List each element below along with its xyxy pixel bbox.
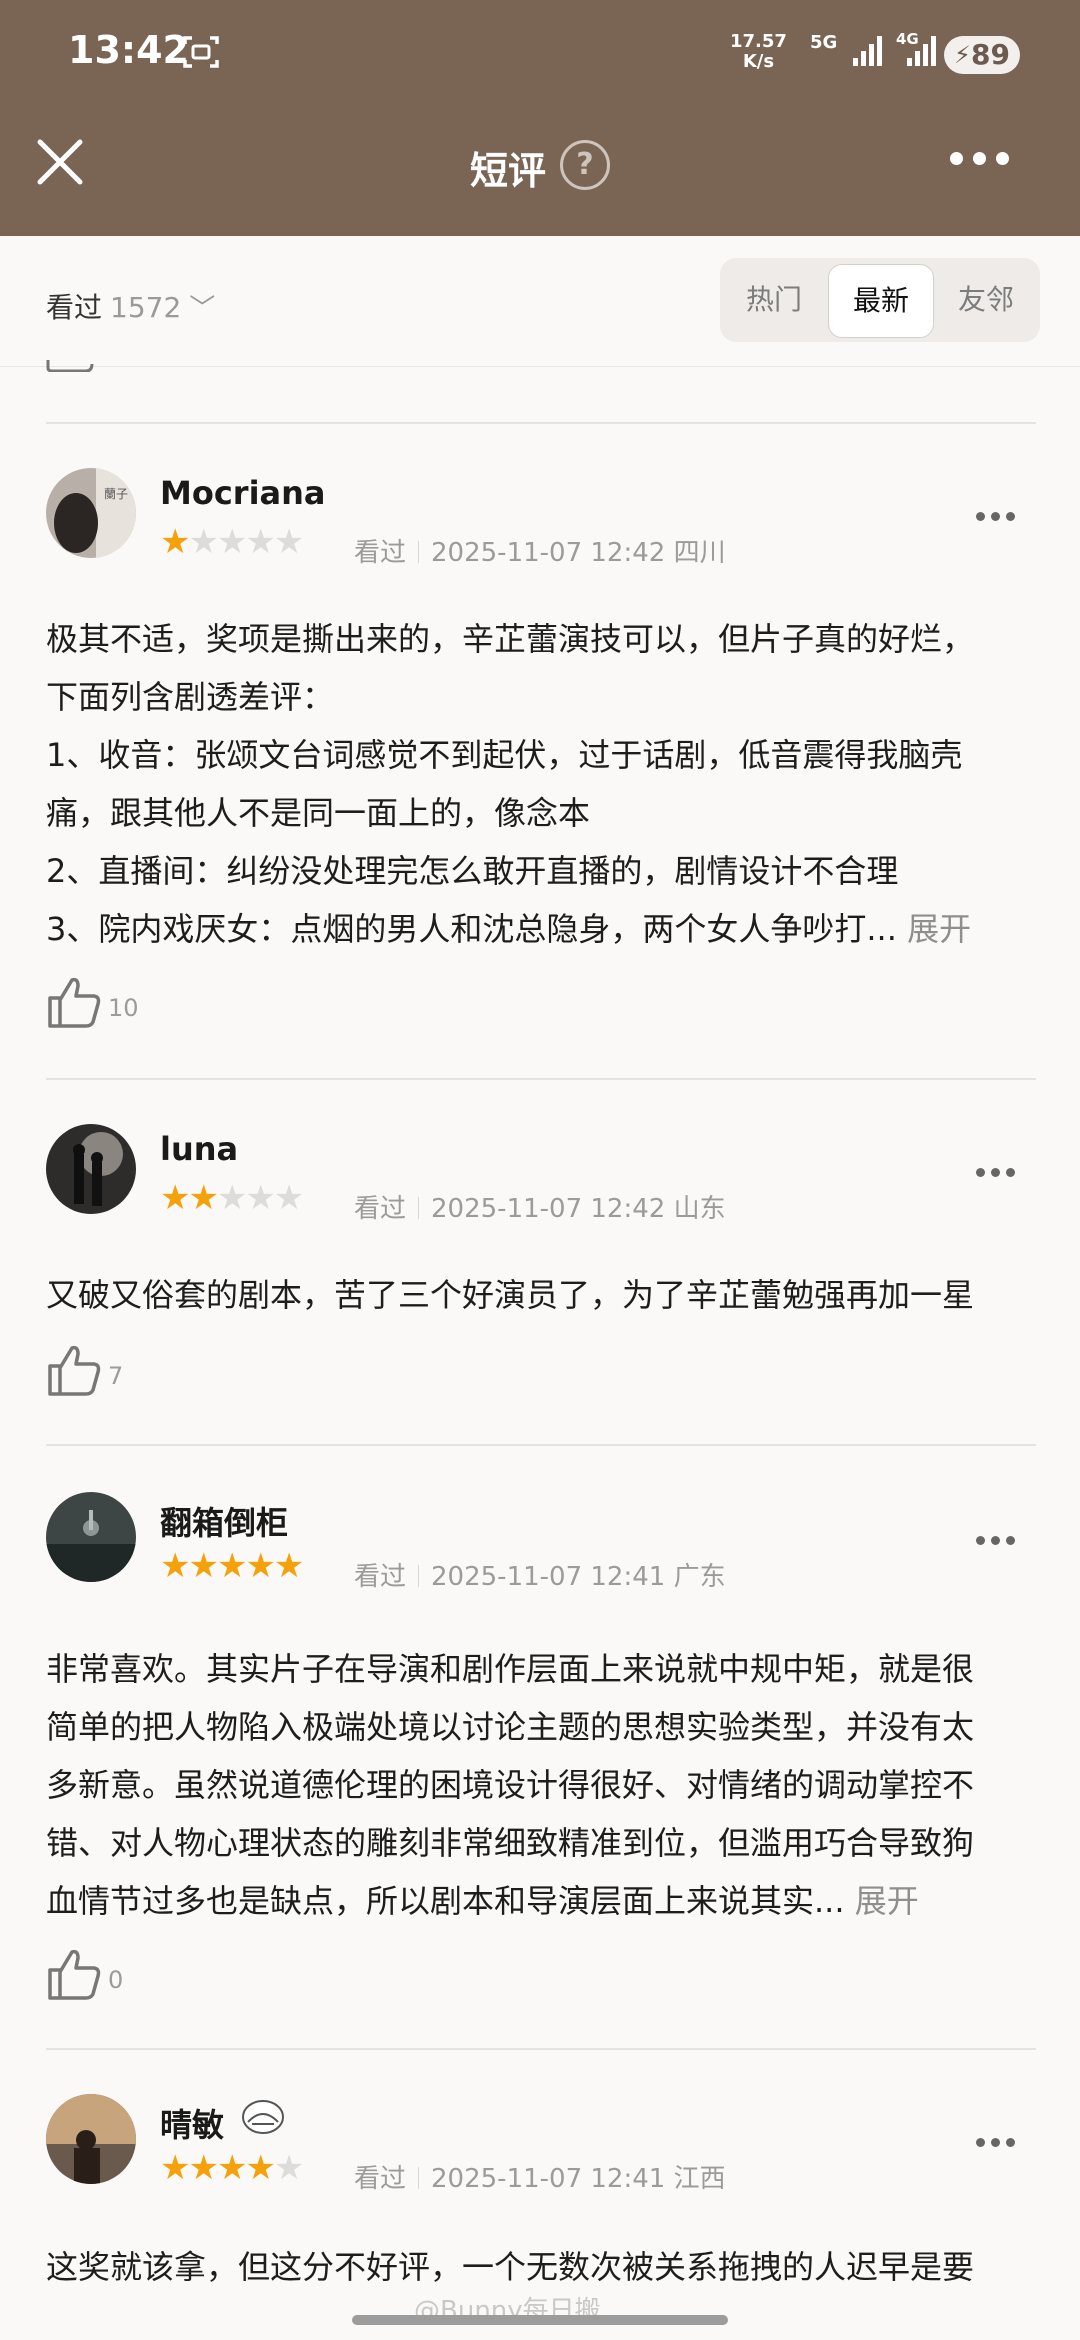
sort-segmented-control: 热门 最新 友邻 bbox=[720, 258, 1040, 342]
star-rating: ★★★★★ bbox=[160, 2148, 304, 2188]
nav-bar: 短评 ? bbox=[0, 110, 1080, 236]
status-time: 13:42 bbox=[68, 28, 189, 72]
signal-icon-2 bbox=[907, 36, 936, 66]
review-text: 极其不适，奖项是撕出来的，辛芷蕾演技可以，但片子真的好烂， 下面列含剧透差评： … bbox=[46, 610, 1040, 958]
battery-level: 89 bbox=[971, 38, 1010, 71]
review-line: 血情节过多也是缺点，所以剧本和导演层面上来说其实... bbox=[46, 1882, 845, 1920]
review-line: 2、直播间：纠纷没处理完怎么敢开直播的，剧情设计不合理 bbox=[46, 852, 899, 890]
like-count: 0 bbox=[108, 1966, 124, 1994]
review-more-icon[interactable] bbox=[976, 1162, 1022, 1177]
avatar-image: 蘭子 bbox=[46, 468, 136, 558]
review-meta: 看过 2025-11-07 12:41 广东 bbox=[354, 1556, 726, 1593]
username[interactable]: 晴敏 bbox=[160, 2100, 224, 2146]
review-meta: 看过 2025-11-07 12:41 江西 bbox=[354, 2158, 726, 2195]
network-speed: 17.57 K/s bbox=[730, 32, 787, 72]
review-text: 又破又俗套的剧本，苦了三个好演员了，为了辛芷蕾勉强再加一星 bbox=[46, 1266, 1040, 1324]
review-region: 广东 bbox=[673, 1562, 726, 1592]
help-icon[interactable]: ? bbox=[560, 140, 610, 190]
seen-filter-label: 看过 bbox=[46, 291, 103, 324]
network-speed-unit: K/s bbox=[742, 51, 775, 72]
review-line: 又破又俗套的剧本，苦了三个好演员了，为了辛芷蕾勉强再加一星 bbox=[46, 1276, 975, 1314]
avatar[interactable]: 蘭子 bbox=[46, 468, 136, 558]
star-rating: ★★★★★ bbox=[160, 1546, 304, 1586]
like-count: 7 bbox=[108, 1362, 124, 1390]
network-speed-value: 17.57 bbox=[730, 31, 787, 52]
review-line: 简单的把人物陷入极端处境以讨论主题的思想实验类型，并没有太 bbox=[46, 1708, 975, 1746]
network-5g-label: 5G bbox=[810, 32, 838, 53]
review-meta: 看过 2025-11-07 12:42 四川 bbox=[354, 532, 726, 569]
review-line: 极其不适，奖项是撕出来的，辛芷蕾演技可以，但片子真的好烂， bbox=[46, 620, 975, 658]
review-date: 2025-11-07 12:41 bbox=[431, 2164, 666, 2194]
avatar[interactable] bbox=[46, 2094, 136, 2184]
review-line: 非常喜欢。其实片子在导演和剧作层面上来说就中规中矩，就是很 bbox=[46, 1650, 975, 1688]
thumb-up-icon-partial bbox=[46, 360, 94, 372]
watch-status: 看过 bbox=[354, 1194, 407, 1224]
seen-filter-dropdown[interactable]: 看过 1572 ﹀ bbox=[46, 286, 215, 326]
review-more-icon[interactable] bbox=[976, 2132, 1022, 2147]
expand-link[interactable]: 展开 bbox=[855, 1882, 919, 1920]
chevron-down-icon: ﹀ bbox=[189, 294, 216, 324]
close-icon[interactable] bbox=[32, 134, 88, 190]
star-rating: ★★★★★ bbox=[160, 1178, 304, 1218]
signal-icon bbox=[853, 36, 882, 66]
divider bbox=[46, 1078, 1036, 1080]
review-line: 这奖就该拿，但这分不好评，一个无数次被关系拖拽的人迟早是要 bbox=[46, 2248, 975, 2286]
app-header: 13:42 17.57 K/s 5G 4G ⚡ 89 短评 ? bbox=[0, 0, 1080, 236]
seen-count: 1572 bbox=[110, 291, 182, 324]
star-rating: ★★★★★ bbox=[160, 522, 304, 562]
more-options-icon[interactable] bbox=[950, 150, 1020, 170]
username[interactable]: luna bbox=[160, 1130, 238, 1168]
review-line: 多新意。虽然说道德伦理的困境设计得很好、对情绪的调动掌控不 bbox=[46, 1766, 975, 1804]
battery-indicator: ⚡ 89 bbox=[944, 36, 1020, 74]
svg-text:蘭子: 蘭子 bbox=[104, 487, 128, 501]
tab-latest[interactable]: 最新 bbox=[828, 264, 934, 338]
avatar[interactable] bbox=[46, 1124, 136, 1214]
review-text: 这奖就该拿，但这分不好评，一个无数次被关系拖拽的人迟早是要 bbox=[46, 2238, 1040, 2296]
expand-link[interactable]: 展开 bbox=[907, 910, 971, 948]
review-more-icon[interactable] bbox=[976, 1530, 1022, 1545]
avatar-image bbox=[46, 1492, 136, 1582]
thumb-up-icon bbox=[48, 1345, 101, 1396]
review-line: 3、院内戏厌女：点烟的男人和沈总隐身，两个女人争吵打... bbox=[46, 910, 897, 948]
divider bbox=[46, 422, 1036, 424]
review-date: 2025-11-07 12:42 bbox=[431, 1194, 666, 1224]
screen-capture-icon bbox=[183, 36, 219, 68]
username[interactable]: 翻箱倒柜 bbox=[160, 1498, 288, 1544]
thumb-up-icon bbox=[48, 1949, 101, 2000]
review-date: 2025-11-07 12:41 bbox=[431, 1562, 666, 1592]
badge-icon bbox=[242, 2100, 284, 2134]
thumb-up-icon bbox=[48, 977, 101, 1028]
watch-status: 看过 bbox=[354, 1562, 407, 1592]
home-indicator[interactable] bbox=[352, 2315, 728, 2325]
like-button[interactable]: 10 bbox=[46, 974, 139, 1030]
like-count: 10 bbox=[108, 994, 139, 1022]
review-meta: 看过 2025-11-07 12:42 山东 bbox=[354, 1188, 726, 1225]
charging-icon: ⚡ bbox=[954, 41, 971, 69]
status-bar: 13:42 17.57 K/s 5G 4G ⚡ 89 bbox=[0, 0, 1080, 110]
review-text: 非常喜欢。其实片子在导演和剧作层面上来说就中规中矩，就是很 简单的把人物陷入极端… bbox=[46, 1640, 1040, 1930]
review-line: 错、对人物心理状态的雕刻非常细致精准到位，但滥用巧合导致狗 bbox=[46, 1824, 975, 1862]
watch-status: 看过 bbox=[354, 538, 407, 568]
review-line: 1、收音：张颂文台词感觉不到起伏，过于话剧，低音震得我脑壳 bbox=[46, 736, 963, 774]
review-date: 2025-11-07 12:42 bbox=[431, 538, 666, 568]
like-button[interactable]: 7 bbox=[46, 1342, 123, 1398]
username[interactable]: Mocriana bbox=[160, 474, 326, 512]
watch-status: 看过 bbox=[354, 2164, 407, 2194]
review-region: 四川 bbox=[673, 538, 726, 568]
page-title: 短评 bbox=[470, 149, 547, 193]
avatar-image bbox=[46, 1124, 136, 1214]
review-line: 痛，跟其他人不是同一面上的，像念本 bbox=[46, 794, 591, 832]
avatar[interactable] bbox=[46, 1492, 136, 1582]
like-button[interactable]: 0 bbox=[46, 1946, 123, 2002]
divider bbox=[46, 2048, 1036, 2050]
avatar-image bbox=[46, 2094, 136, 2184]
tab-friends[interactable]: 友邻 bbox=[934, 264, 1038, 336]
tab-hot[interactable]: 热门 bbox=[722, 264, 826, 336]
review-region: 江西 bbox=[673, 2164, 726, 2194]
review-region: 山东 bbox=[673, 1194, 726, 1224]
filter-bar: 看过 1572 ﹀ 热门 最新 友邻 bbox=[0, 236, 1080, 367]
divider bbox=[46, 1444, 1036, 1446]
review-line: 下面列含剧透差评： bbox=[46, 678, 335, 716]
review-more-icon[interactable] bbox=[976, 506, 1022, 521]
